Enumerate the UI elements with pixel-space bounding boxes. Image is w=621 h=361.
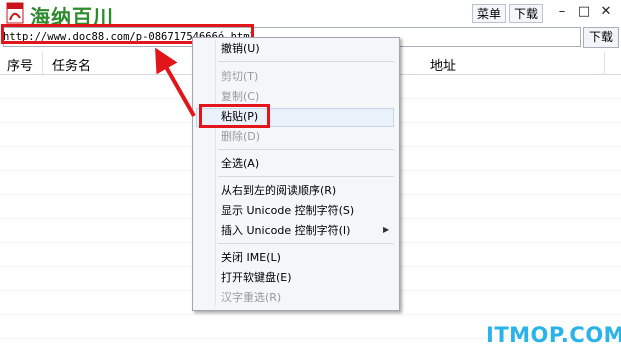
watermark: ITMOP.COM (486, 323, 621, 347)
annotation-arrow (155, 47, 196, 117)
